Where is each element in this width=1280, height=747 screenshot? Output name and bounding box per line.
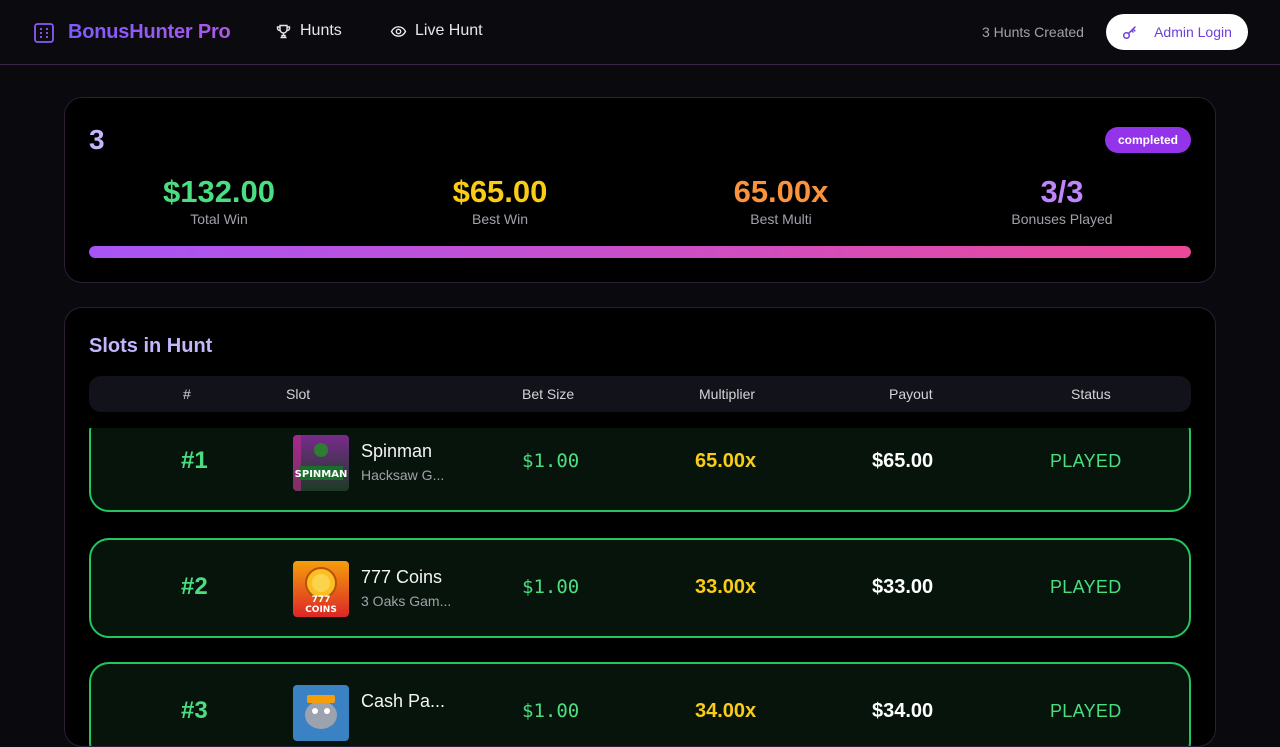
status-badge: completed [1104,127,1191,153]
dice-icon [34,22,54,43]
slot-thumbnail: 777 COINS [293,561,349,617]
slot-name: Spinman [361,441,433,461]
admin-login-label: Admin Login [1154,24,1232,40]
slot-number: #1 [181,447,208,474]
stat-label: Best Multi [750,211,812,227]
thumb-text: SPINMAN [295,469,348,480]
brand-logo[interactable]: BonusHunter Pro [33,21,231,44]
stat-value: $132.00 [162,174,276,209]
slot-name: Cash Pa... [361,691,446,711]
hunts-created-count: 3 Hunts Created [982,24,1084,40]
column-header-number: # [183,386,191,402]
stat-best-multi: 65.00x Best Multi [651,174,911,228]
slot-thumbnail-image: SPINMAN [293,435,349,491]
slot-thumbnail-image: 777 COINS [293,561,349,617]
slot-number: #3 [181,697,208,724]
slot-thumbnail-image [293,685,349,741]
stat-best-win: $65.00 Best Win [370,174,630,228]
key-icon [1123,26,1136,40]
row-status: PLAYED [1050,577,1122,597]
hunt-summary-card: 3 completed $132.00 Total Win $65.00 Bes… [64,97,1216,283]
column-header-bet-size: Bet Size [522,386,575,402]
row-status: PLAYED [1050,701,1122,721]
table-row[interactable]: #3 Cash Pa... $1.00 34.00x $34.00 PLAYED [89,662,1191,746]
brand-name: BonusHunter Pro [68,21,231,43]
thumb-text: COINS [305,605,337,615]
nav-hunts-label: Hunts [300,22,342,39]
slot-rows: #1 SPINMAN Spinman Hacksaw G... $1.00 65… [65,428,1215,746]
thumb-text: 777 [312,595,331,605]
eye-icon [390,25,407,37]
column-header-multiplier: Multiplier [699,386,756,402]
stat-value: 65.00x [733,174,829,209]
slot-provider: Hacksaw G... [361,467,445,483]
slot-provider: 3 Oaks Gam... [361,593,452,609]
slot-thumbnail: SPINMAN [293,435,349,491]
stat-label: Best Win [471,211,528,227]
stat-label: Bonuses Played [1011,211,1113,227]
nav-hunts[interactable]: Hunts [275,22,342,40]
stat-label: Total Win [190,211,248,227]
slot-name: 777 Coins [361,567,443,587]
hunt-number: 3 [89,124,105,155]
table-row[interactable]: #2 777 COINS 777 Coins 3 Oaks Gam... $1.… [89,538,1191,638]
multiplier: 33.00x [695,576,757,598]
column-header-status: Status [1071,386,1111,402]
stat-value: 3/3 [1040,174,1084,209]
hunt-progress-bar [89,246,1191,258]
stat-bonuses-played: 3/3 Bonuses Played [932,174,1192,228]
column-header-slot: Slot [286,386,311,402]
section-title: Slots in Hunt [89,335,213,357]
trophy-icon [276,24,291,38]
nav-live-hunt[interactable]: Live Hunt [390,22,483,40]
admin-login-button[interactable]: Admin Login [1106,14,1248,50]
table-header: # Slot Bet Size Multiplier Payout Status [89,376,1191,412]
slots-in-hunt-card: Slots in Hunt # Slot Bet Size Multiplier… [64,307,1216,747]
row-status: PLAYED [1050,451,1122,471]
multiplier: 65.00x [695,450,757,472]
payout: $33.00 [872,576,934,598]
payout: $65.00 [872,450,934,472]
slot-thumbnail [293,685,349,741]
stat-value: $65.00 [452,174,548,209]
top-navigation-bar: BonusHunter Pro Hunts Live Hunt 3 Hunts … [0,0,1280,65]
nav-live-hunt-label: Live Hunt [415,22,483,39]
bet-size: $1.00 [522,700,580,722]
stat-total-win: $132.00 Total Win [89,174,349,228]
slot-number: #2 [181,573,208,600]
hunt-progress-fill [89,246,1191,258]
column-header-payout: Payout [889,386,933,402]
bet-size: $1.00 [522,576,580,598]
bet-size: $1.00 [522,450,580,472]
table-row[interactable]: #1 SPINMAN Spinman Hacksaw G... $1.00 65… [89,428,1191,512]
